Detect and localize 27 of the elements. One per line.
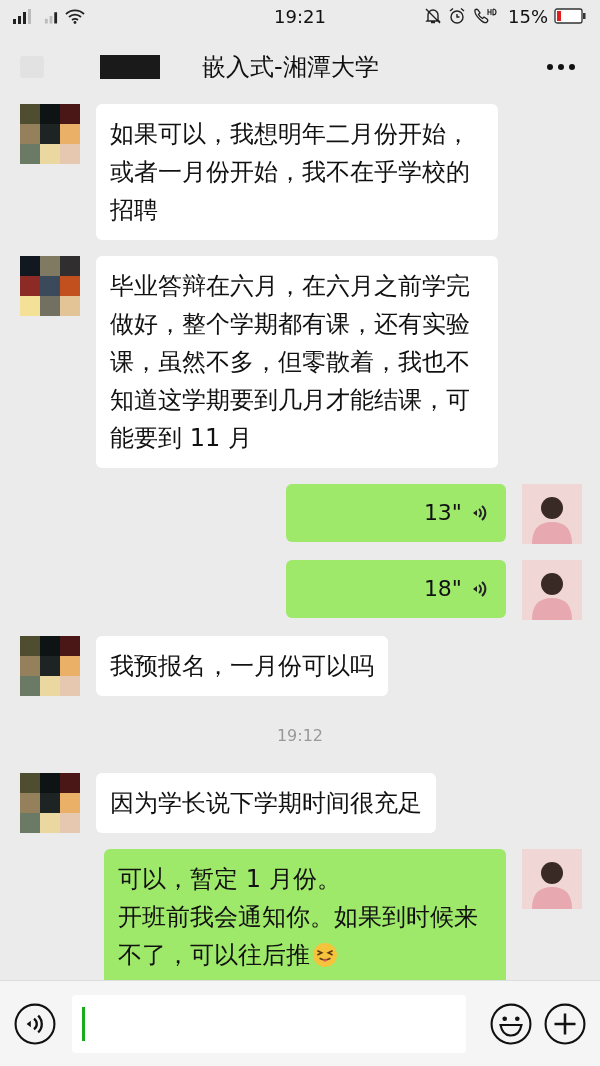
emoji-icon[interactable]: [490, 1002, 532, 1045]
message-input[interactable]: [72, 994, 466, 1053]
chat-title: 嵌入式-湘潭大学: [202, 52, 379, 83]
avatar-icon: [522, 849, 582, 909]
voice-input-icon[interactable]: [14, 1002, 56, 1045]
hd-call-icon: [472, 7, 498, 25]
add-icon[interactable]: [544, 1002, 586, 1045]
redaction-block: [100, 55, 160, 79]
battery-percent: 15%: [508, 5, 548, 27]
battery-icon: [554, 8, 586, 24]
message-bubble: 可以，暂定 1 月份。 开班前我会通知你。如果到时候来不了，可以往后推: [104, 849, 506, 980]
avatar-icon: [522, 484, 582, 544]
voice-wave-icon: [472, 502, 488, 524]
message-bubble: 我预报名，一月份可以吗: [96, 636, 388, 696]
message-bubble: 因为学长说下学期时间很充足: [96, 773, 436, 833]
voice-wave-icon: [472, 578, 488, 600]
wifi-icon: [64, 8, 86, 24]
message-bubble: 如果可以，我想明年二月份开始，或者一月份开始，我不在乎学校的招聘: [96, 104, 498, 240]
voice-message[interactable]: 13": [286, 484, 506, 542]
voice-message[interactable]: 18": [286, 560, 506, 618]
timestamp: 19:12: [276, 726, 324, 745]
mute-bell-icon: [424, 7, 442, 25]
message-bubble: 毕业答辩在六月，在六月之前学完做好，整个学期都有课，还有实验课，虽然不多，但零散着，我也不知道这学期要到几月才能结课，可能要到 11 月: [96, 256, 498, 468]
clock-time: 19:21: [274, 5, 326, 27]
alarm-icon: [448, 7, 466, 25]
more-icon[interactable]: [546, 63, 576, 71]
avatar-icon: [522, 560, 582, 620]
